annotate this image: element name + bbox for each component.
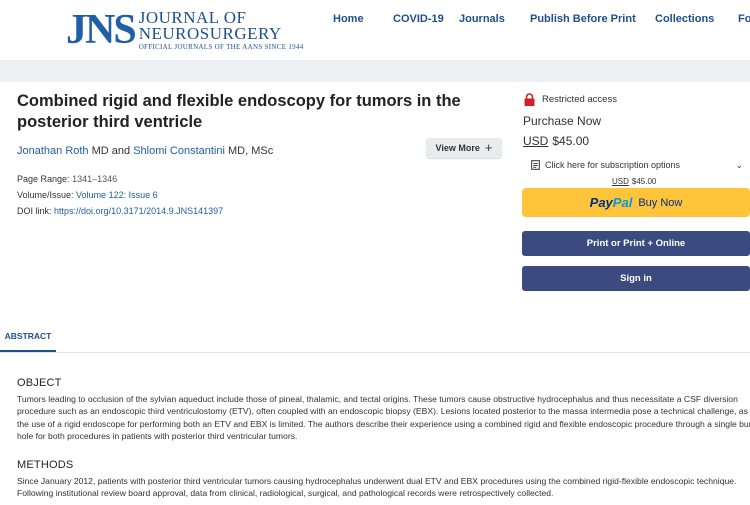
plus-icon: + xyxy=(484,140,493,155)
author-link[interactable]: Jonathan Roth xyxy=(17,145,89,157)
nav-publish-before-print[interactable]: Publish Before Print xyxy=(530,13,636,25)
nav-journals[interactable]: Journals xyxy=(459,13,505,25)
nav-covid-19[interactable]: COVID-19 xyxy=(393,13,444,25)
volume-issue-link[interactable]: Volume 122: Issue 6 xyxy=(76,190,158,200)
section-heading-methods: METHODS xyxy=(17,459,74,471)
header-band xyxy=(0,60,750,82)
paypal-logo-pay: Pay xyxy=(589,195,613,210)
article-title: Combined rigid and flexible endoscopy fo… xyxy=(17,92,461,131)
sub-price-currency: USD xyxy=(612,177,629,186)
subscription-options-toggle[interactable]: Click here for subscription options ⌄ xyxy=(531,160,743,170)
print-or-online-button[interactable]: Print or Print + Online xyxy=(522,231,750,256)
restricted-access: Restricted access xyxy=(524,93,617,106)
page-range: Page Range: 1341–1346 xyxy=(17,174,117,184)
view-more-label: View More xyxy=(435,143,480,153)
subscription-options-label: Click here for subscription options xyxy=(545,160,681,170)
section-text-methods: Since January 2012, patients with poster… xyxy=(17,476,737,499)
subscription-price: USD $45.00 xyxy=(612,177,656,186)
lock-icon xyxy=(524,93,535,106)
restricted-label: Restricted access xyxy=(542,94,617,105)
doi-link[interactable]: https://doi.org/10.3171/2014.9.JNS141397 xyxy=(54,206,223,216)
author-suffix: MD, MSc xyxy=(228,145,274,157)
author-link[interactable]: Shlomi Constantini xyxy=(133,145,225,157)
nav-collections[interactable]: Collections xyxy=(655,13,714,25)
paypal-logo: PayPal xyxy=(590,195,633,210)
nav-for[interactable]: For xyxy=(738,13,750,25)
author-joiner: and xyxy=(111,145,131,157)
purchase-title: Purchase Now xyxy=(523,114,602,128)
sub-price-value: $45.00 xyxy=(631,177,657,186)
author-list: Jonathan Roth MD and Shlomi Constantini … xyxy=(17,145,273,157)
price-currency: USD xyxy=(523,134,549,148)
paypal-buy-now-button[interactable]: PayPal Buy Now xyxy=(522,188,750,217)
section-text-object: Tumors leading to occlusion of the sylvi… xyxy=(17,394,750,442)
volume-issue-label: Volume/Issue: xyxy=(17,190,74,200)
logo-tagline: OFFICIAL JOURNALS OF THE AANS SINCE 1944 xyxy=(138,43,304,51)
sign-in-button[interactable]: Sign in xyxy=(522,266,750,291)
view-more-button[interactable]: View More + xyxy=(426,138,502,158)
price: USD $45.00 xyxy=(523,134,589,148)
author-suffix: MD xyxy=(91,145,109,157)
doi-label: DOI link: xyxy=(17,206,52,216)
paypal-buy-label: Buy Now xyxy=(638,196,683,209)
doi: DOI link: https://doi.org/10.3171/2014.9… xyxy=(17,206,223,216)
price-value: $45.00 xyxy=(552,134,590,148)
document-icon xyxy=(531,160,540,170)
paypal-logo-pal: Pal xyxy=(612,195,633,210)
chevron-down-icon: ⌄ xyxy=(735,160,743,170)
volume-issue: Volume/Issue: Volume 122: Issue 6 xyxy=(17,190,158,200)
tab-divider xyxy=(0,352,750,353)
nav-home[interactable]: Home xyxy=(333,13,364,25)
main-nav: Home COVID-19 Journals Publish Before Pr… xyxy=(0,13,750,29)
section-heading-object: OBJECT xyxy=(17,377,62,389)
page-range-value: 1341–1346 xyxy=(72,174,118,184)
tab-abstract[interactable]: ABSTRACT xyxy=(0,322,56,352)
page-range-label: Page Range: xyxy=(17,174,70,184)
site-header: JNS JOURNAL OF NEUROSURGERY OFFICIAL JOU… xyxy=(0,0,750,60)
